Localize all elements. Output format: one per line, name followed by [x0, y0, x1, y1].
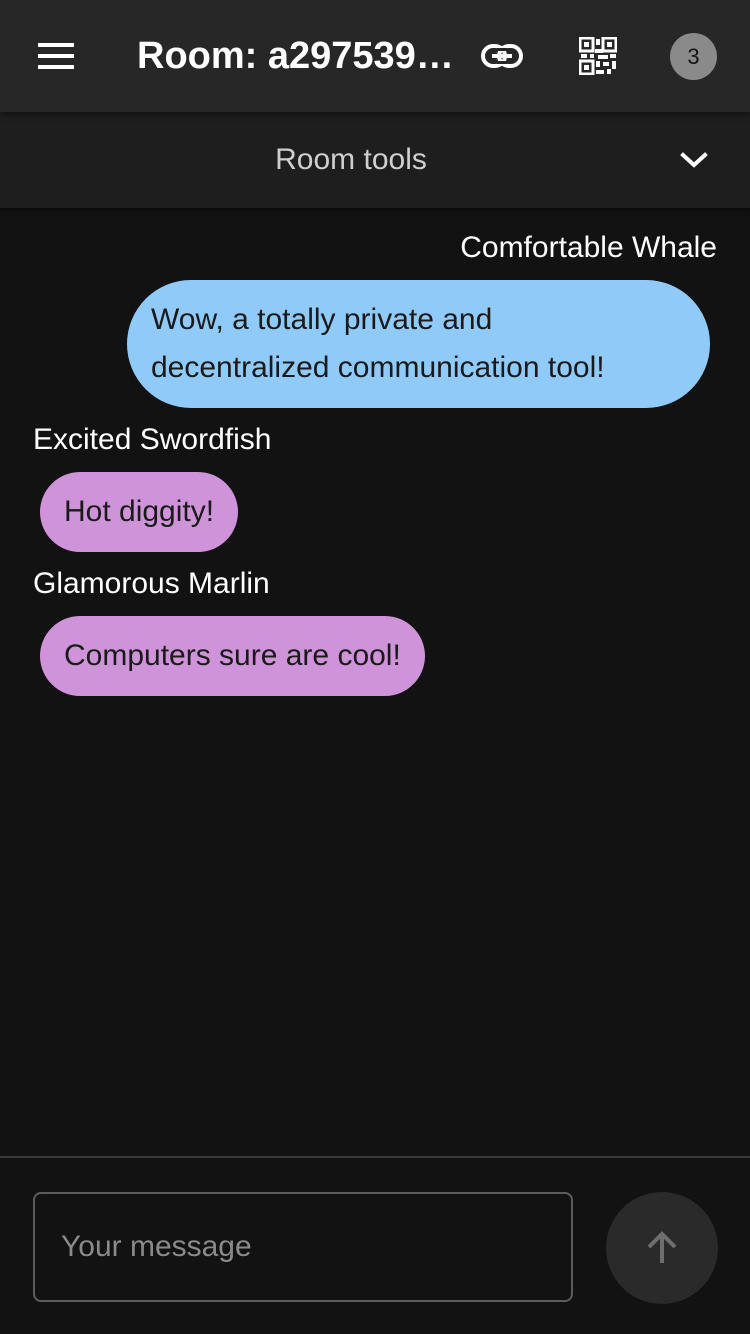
chevron-down-icon [680, 152, 708, 168]
qr-code-icon [579, 37, 617, 75]
app-bar: Room: a297539cd7e4 [0, 0, 750, 112]
qr-code-button[interactable] [562, 20, 634, 92]
hamburger-menu-icon [38, 43, 74, 69]
chat-app: Room: a297539cd7e4 [0, 0, 750, 1334]
room-title: Room: a297539cd7e4 [137, 35, 457, 77]
message-author: Glamorous Marlin [33, 567, 270, 600]
message-author: Excited Swordfish [33, 423, 272, 456]
link-icon [481, 44, 523, 68]
peer-count-badge[interactable]: 3 [670, 33, 717, 80]
message-author: Comfortable Whale [460, 231, 717, 264]
message-list: Comfortable Whale Wow, a totally private… [0, 208, 750, 1156]
peer-message-bubble: Computers sure are cool! [40, 616, 425, 696]
room-tools-label: Room tools [275, 143, 427, 176]
send-button[interactable] [606, 1192, 718, 1304]
own-message-bubble: Wow, a totally private and decentralized… [127, 280, 710, 408]
arrow-up-icon [647, 1231, 677, 1263]
message-input[interactable] [33, 1192, 573, 1302]
room-tools-expand[interactable] [672, 138, 716, 182]
room-tools-toggle[interactable]: Room tools [0, 112, 750, 208]
copy-link-button[interactable] [466, 20, 538, 92]
message-composer [0, 1156, 750, 1334]
peer-message-bubble: Hot diggity! [40, 472, 239, 552]
menu-button[interactable] [20, 20, 92, 92]
